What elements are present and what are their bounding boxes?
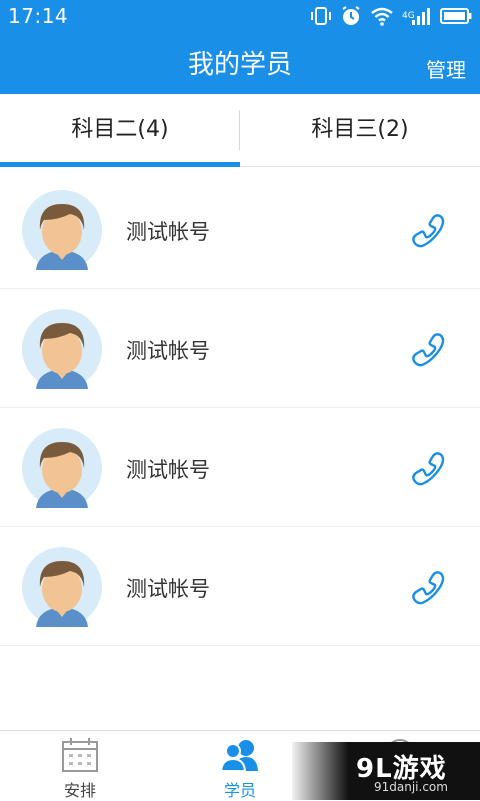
student-name: 测试帐号 (126, 458, 210, 482)
page-title: 我的学员 (187, 50, 292, 80)
watermark-url: 91danji.com (374, 780, 448, 794)
phone-icon[interactable] (408, 329, 448, 369)
wifi-icon (370, 6, 394, 26)
status-time: 17:14 (8, 4, 69, 28)
cellular-signal-icon: 4G (402, 6, 432, 26)
subject-tabs: 科目二(4) 科目三(2) (0, 94, 480, 167)
vibrate-icon (310, 6, 332, 26)
list-item[interactable]: 测试帐号 (0, 408, 480, 527)
phone-icon[interactable] (408, 567, 448, 607)
header: 我的学员 管理 (0, 32, 480, 94)
nav-schedule-label: 安排 (63, 781, 96, 800)
student-name: 测试帐号 (126, 220, 210, 244)
list-item[interactable]: 测试帐号 (0, 170, 480, 289)
avatar (22, 428, 102, 508)
list-item[interactable]: 测试帐号 (0, 289, 480, 408)
watermark: 9L游戏 91danji.com (292, 742, 480, 800)
student-name: 测试帐号 (126, 577, 210, 601)
phone-icon[interactable] (408, 210, 448, 250)
tab-subject-three[interactable]: 科目三(2) (240, 94, 480, 166)
battery-icon (440, 6, 472, 26)
calendar-icon (62, 738, 98, 772)
avatar (22, 190, 102, 270)
tab-subject-two[interactable]: 科目二(4) (0, 94, 240, 166)
students-icon (220, 740, 258, 772)
manage-button[interactable]: 管理 (426, 54, 466, 83)
phone-icon[interactable] (408, 448, 448, 488)
avatar (22, 547, 102, 627)
student-list: 测试帐号 测试帐号 测试帐号 测试帐号 (0, 170, 480, 646)
avatar (22, 309, 102, 389)
status-bar: 17:14 4G (0, 0, 480, 32)
list-item[interactable]: 测试帐号 (0, 527, 480, 646)
nav-schedule[interactable]: 安排 (0, 731, 160, 801)
alarm-icon (340, 6, 362, 26)
active-tab-indicator (0, 162, 240, 167)
status-icons: 4G (310, 6, 472, 26)
student-name: 测试帐号 (126, 339, 210, 363)
